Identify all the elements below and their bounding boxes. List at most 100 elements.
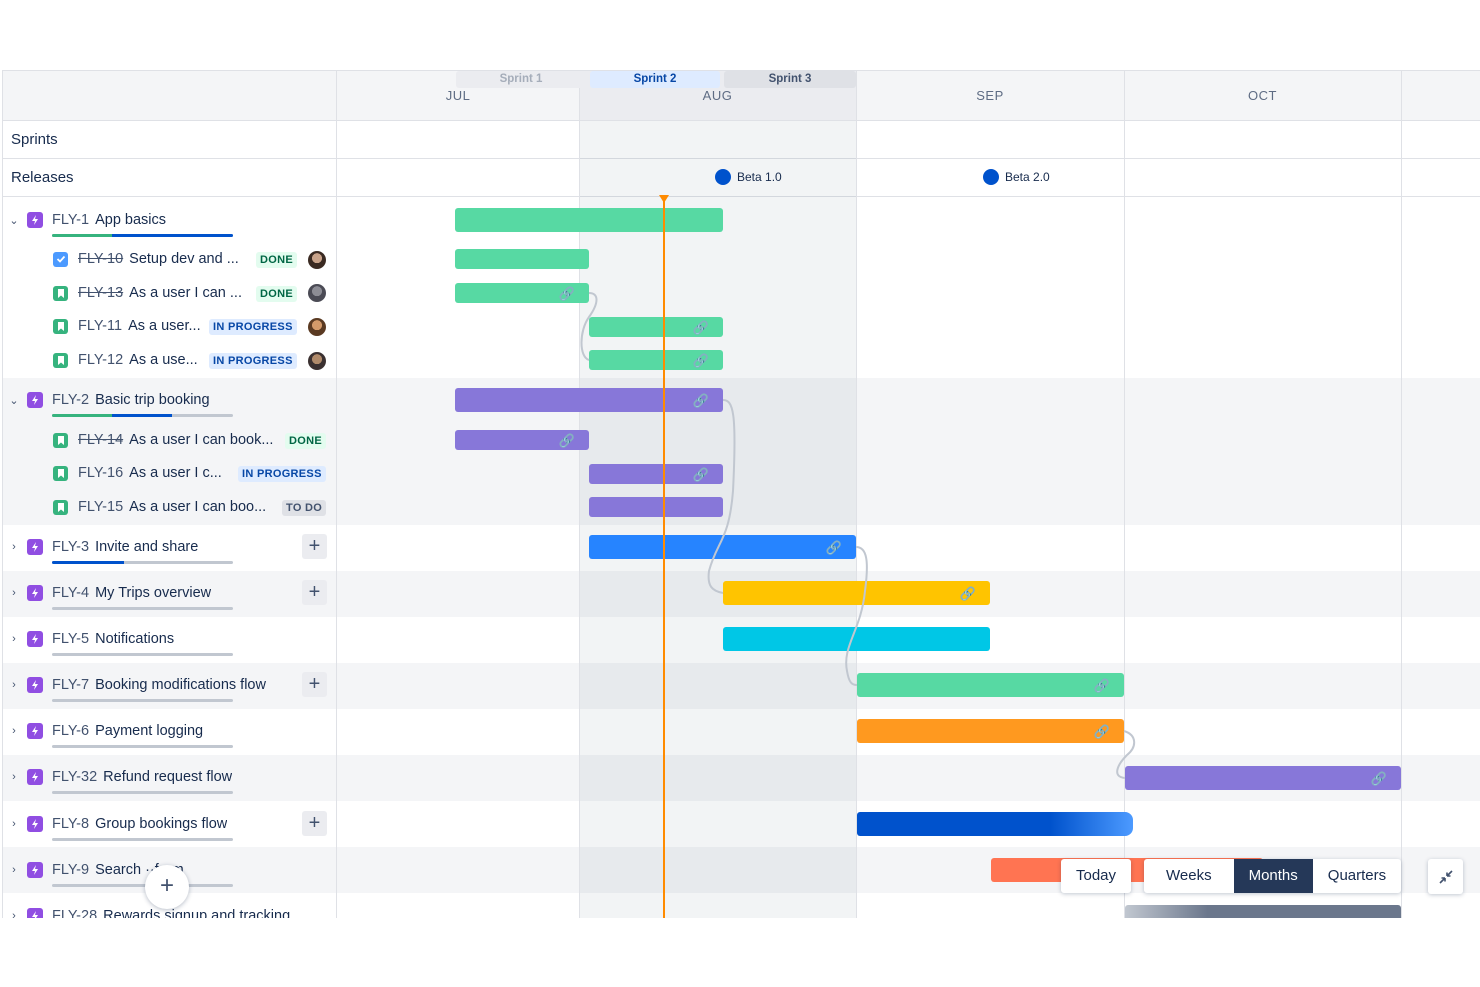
epic-row-fly-5[interactable]: › FLY-5 Notifications — [3, 628, 174, 650]
issue-bar-fly-13[interactable]: 🔗 — [455, 283, 589, 303]
issue-key[interactable]: FLY-8 — [52, 816, 89, 832]
view-quarters-button[interactable]: Quarters — [1313, 859, 1401, 893]
add-child-button[interactable]: + — [302, 534, 327, 559]
chevron-right-icon[interactable]: › — [9, 587, 19, 599]
issue-bar-fly-11[interactable]: 🔗 — [589, 317, 723, 337]
sprint-chip[interactable]: Sprint 1 — [456, 71, 586, 88]
issue-title[interactable]: Notifications — [95, 631, 174, 647]
epic-bar-fly-3[interactable]: 🔗 — [589, 535, 856, 559]
story-row-fly-12[interactable]: FLY-12 As a use... — [53, 349, 198, 371]
chevron-right-icon[interactable]: › — [9, 679, 19, 691]
sprint-chip[interactable]: Sprint 3 — [724, 71, 856, 88]
issue-title[interactable]: As a use... — [129, 352, 198, 368]
issue-title[interactable]: Rewards signup and tracking — [103, 908, 290, 918]
issue-title[interactable]: As a user I can boo... — [129, 499, 266, 515]
issue-key[interactable]: FLY-2 — [52, 392, 89, 408]
issue-title[interactable]: Booking modifications flow — [95, 677, 266, 693]
epic-row-fly-3[interactable]: › FLY-3 Invite and share — [3, 536, 198, 558]
issue-key[interactable]: FLY-32 — [52, 769, 97, 785]
status-lozenge: DONE — [256, 252, 297, 268]
epic-bar-fly-1[interactable] — [455, 208, 723, 232]
left-header — [3, 71, 336, 121]
add-child-button[interactable]: + — [302, 811, 327, 836]
chevron-right-icon[interactable]: › — [9, 725, 19, 737]
issue-key[interactable]: FLY-13 — [78, 285, 123, 301]
today-label[interactable]: Today — [1061, 859, 1131, 893]
issue-bar-fly-14[interactable]: 🔗 — [455, 430, 589, 450]
issue-title[interactable]: Refund request flow — [103, 769, 232, 785]
issue-key[interactable]: FLY-5 — [52, 631, 89, 647]
epic-row-fly-2[interactable]: ⌄ FLY-2 Basic trip booking — [3, 389, 210, 411]
release-marker[interactable]: Beta 2.0 — [983, 169, 1050, 185]
issue-title[interactable]: My Trips overview — [95, 585, 211, 601]
chevron-right-icon[interactable]: › — [9, 541, 19, 553]
chevron-right-icon[interactable]: › — [9, 633, 19, 645]
issue-title[interactable]: Payment logging — [95, 723, 203, 739]
issue-key[interactable]: FLY-12 — [78, 352, 123, 368]
issue-key[interactable]: FLY-1 — [52, 212, 89, 228]
issue-key[interactable]: FLY-7 — [52, 677, 89, 693]
today-button[interactable]: Today — [1061, 859, 1132, 893]
chevron-right-icon[interactable]: › — [9, 818, 19, 830]
issue-title[interactable]: As a user I can ... — [129, 285, 242, 301]
issue-key[interactable]: FLY-11 — [78, 318, 122, 334]
collapse-button[interactable] — [1428, 859, 1463, 894]
epic-row-fly-4[interactable]: › FLY-4 My Trips overview — [3, 582, 211, 604]
issue-title[interactable]: App basics — [95, 212, 166, 228]
chevron-right-icon[interactable]: › — [9, 771, 19, 783]
story-row-fly-11[interactable]: FLY-11 As a user... — [53, 315, 201, 337]
epic-bar-fly-7[interactable]: 🔗 — [857, 673, 1124, 697]
issue-key[interactable]: FLY-3 — [52, 539, 89, 555]
issue-bar-fly-15[interactable] — [589, 497, 723, 517]
epic-row-fly-6[interactable]: › FLY-6 Payment logging — [3, 720, 203, 742]
chevron-right-icon[interactable]: › — [9, 864, 19, 876]
chevron-down-icon[interactable]: ⌄ — [9, 394, 19, 407]
avatar — [308, 352, 326, 370]
story-row-fly-14[interactable]: FLY-14 As a user I can book... — [53, 429, 273, 451]
story-row-fly-10[interactable]: FLY-10 Setup dev and ... — [53, 248, 239, 270]
issue-key[interactable]: FLY-28 — [52, 908, 97, 918]
issue-key[interactable]: FLY-16 — [78, 465, 123, 481]
sprint-chip[interactable]: Sprint 2 — [590, 71, 720, 88]
issue-title[interactable]: As a user I can book... — [129, 432, 273, 448]
issue-title[interactable]: As a user... — [128, 318, 201, 334]
epic-row-fly-28[interactable]: › FLY-28 Rewards signup and tracking — [3, 905, 290, 918]
epic-row-fly-7[interactable]: › FLY-7 Booking modifications flow — [3, 674, 266, 696]
issue-title[interactable]: As a user I c... — [129, 465, 222, 481]
story-row-fly-15[interactable]: FLY-15 As a user I can boo... — [53, 496, 266, 518]
issue-bar-fly-12[interactable]: 🔗 — [589, 350, 723, 370]
chevron-right-icon[interactable]: › — [9, 910, 19, 918]
issue-key[interactable]: FLY-15 — [78, 499, 123, 515]
issue-title[interactable]: Basic trip booking — [95, 392, 209, 408]
chevron-down-icon[interactable]: ⌄ — [9, 214, 19, 227]
issue-title[interactable]: Group bookings flow — [95, 816, 227, 832]
create-epic-button[interactable]: + — [145, 865, 189, 909]
view-weeks-button[interactable]: Weeks — [1144, 859, 1234, 893]
issue-bar-fly-16[interactable]: 🔗 — [589, 464, 723, 484]
epic-bar-fly-32[interactable]: 🔗 — [1125, 766, 1401, 790]
epic-bar-fly-28[interactable] — [1125, 905, 1401, 918]
view-months-button[interactable]: Months — [1233, 859, 1313, 893]
issue-title[interactable]: Setup dev and ... — [129, 251, 239, 267]
epic-bar-fly-8[interactable] — [857, 812, 1133, 836]
issue-key[interactable]: FLY-4 — [52, 585, 89, 601]
epic-row-fly-32[interactable]: › FLY-32 Refund request flow — [3, 766, 232, 788]
issue-key[interactable]: FLY-14 — [78, 432, 123, 448]
issue-key[interactable]: FLY-10 — [78, 251, 123, 267]
story-row-fly-16[interactable]: FLY-16 As a user I c... — [53, 462, 222, 484]
story-row-fly-13[interactable]: FLY-13 As a user I can ... — [53, 282, 242, 304]
add-child-button[interactable]: + — [302, 672, 327, 697]
issue-bar-fly-10[interactable] — [455, 249, 589, 269]
epic-row-fly-8[interactable]: › FLY-8 Group bookings flow — [3, 813, 227, 835]
release-marker[interactable]: Beta 1.0 — [715, 169, 782, 185]
epic-icon — [27, 585, 43, 601]
epic-row-fly-1[interactable]: ⌄ FLY-1 App basics — [3, 209, 166, 231]
issue-key[interactable]: FLY-6 — [52, 723, 89, 739]
epic-bar-fly-4[interactable]: 🔗 — [723, 581, 990, 605]
epic-bar-fly-2[interactable]: 🔗 — [455, 388, 723, 412]
epic-bar-fly-5[interactable] — [723, 627, 990, 651]
epic-bar-fly-6[interactable]: 🔗 — [857, 719, 1124, 743]
issue-title[interactable]: Invite and share — [95, 539, 198, 555]
add-child-button[interactable]: + — [302, 580, 327, 605]
issue-key[interactable]: FLY-9 — [52, 862, 89, 878]
